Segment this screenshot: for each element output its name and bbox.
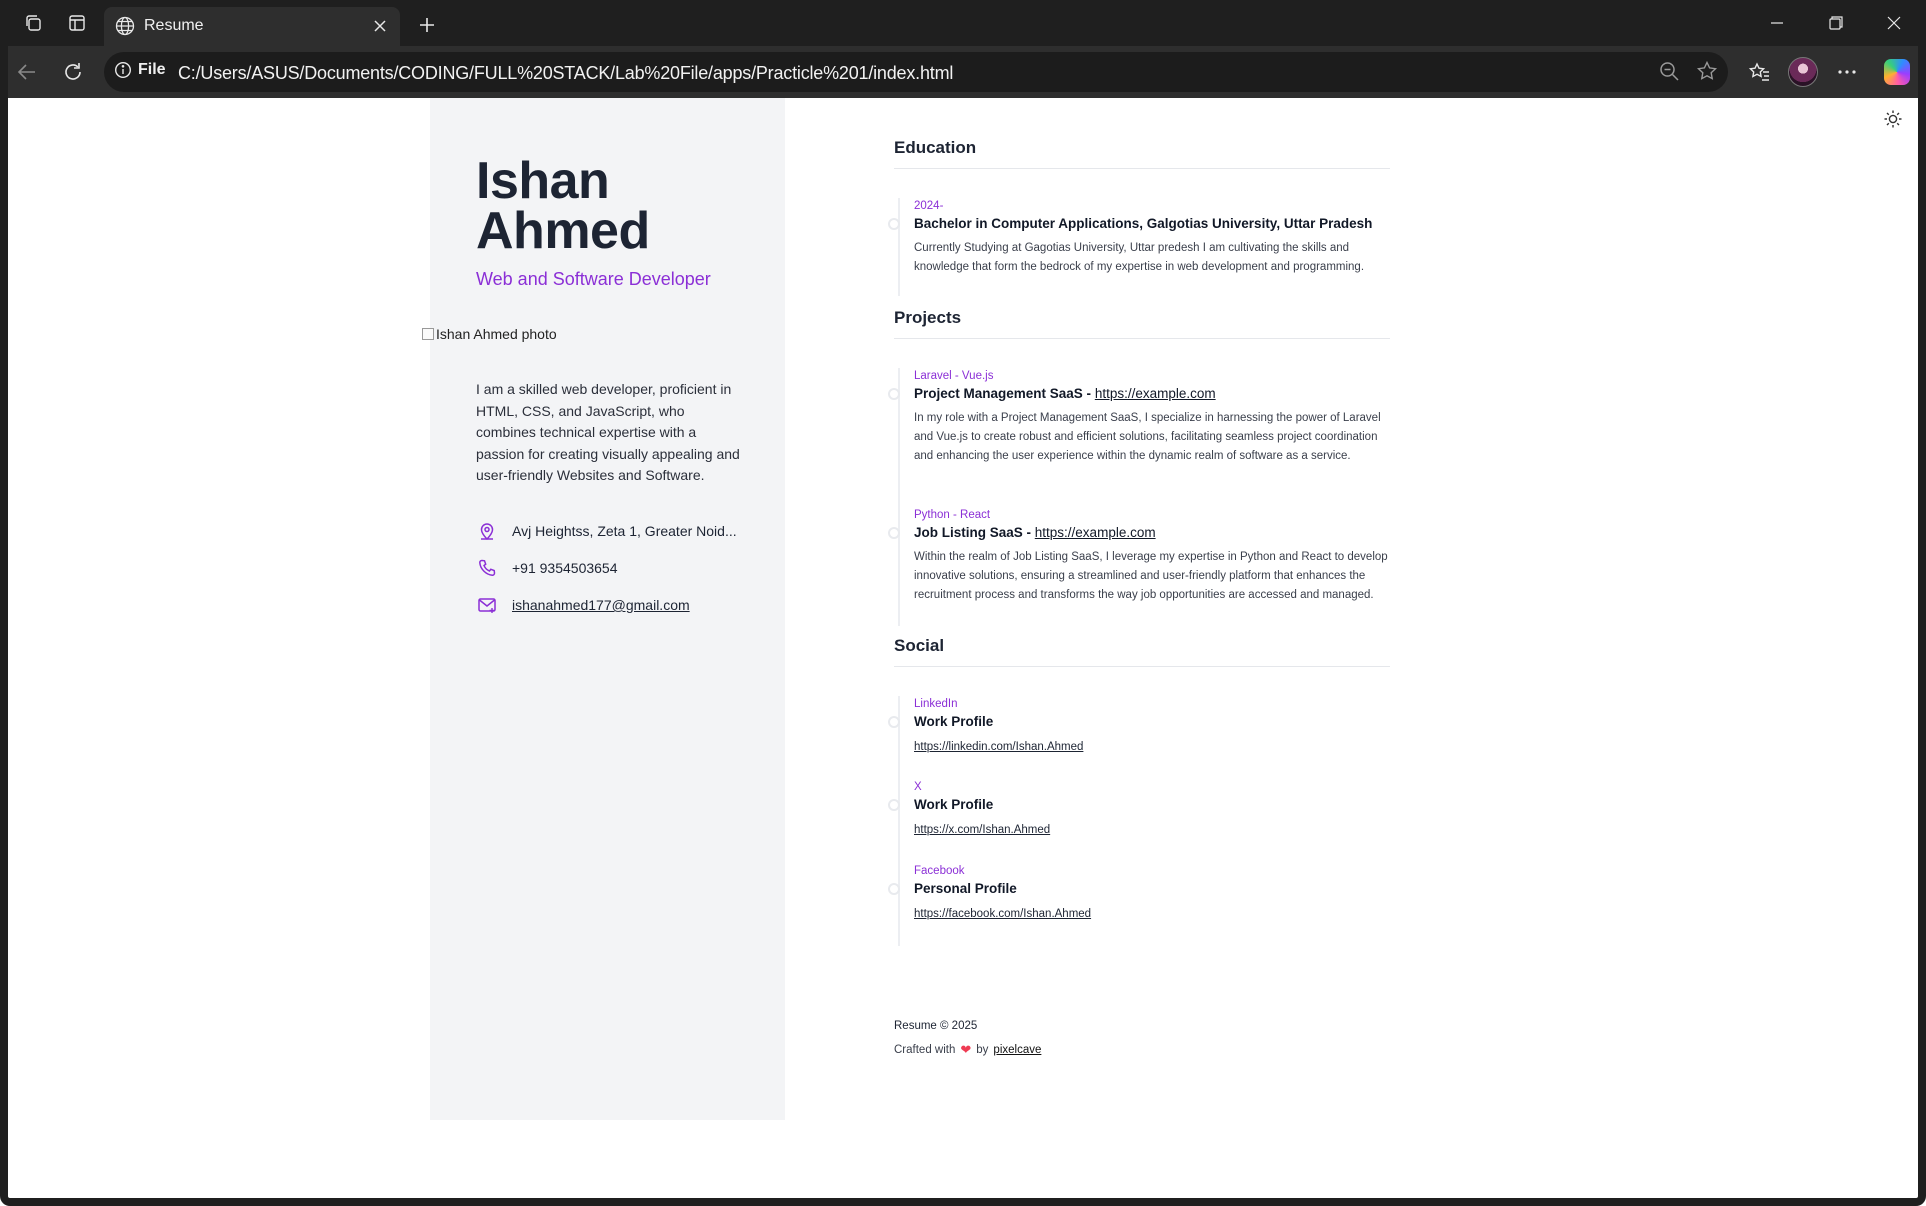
- crafted-text: Crafted with: [894, 1044, 956, 1056]
- copyright-text: Resume © 2025: [894, 1020, 978, 1032]
- social-link-linkedin[interactable]: https://linkedin.com/Ishan.Ahmed: [914, 741, 1083, 753]
- new-tab-icon[interactable]: [410, 8, 444, 42]
- zoom-icon[interactable]: [1658, 60, 1680, 87]
- section-divider: [894, 666, 1390, 667]
- entry-meta: Python - React: [914, 509, 991, 521]
- navigation-bar: File C:/Users/ASUS/Documents/CODING/FULL…: [0, 46, 1926, 98]
- more-options-icon[interactable]: [1830, 55, 1864, 89]
- timeline-line: [898, 696, 900, 946]
- profile-sidebar: Ishan Ahmed Web and Software Developer I…: [422, 98, 785, 1120]
- email-link[interactable]: ishanahmed177@gmail.com: [512, 597, 690, 613]
- minimize-icon[interactable]: [1754, 6, 1800, 40]
- page-viewport: Ishan Ahmed Web and Software Developer I…: [8, 98, 1918, 1198]
- heart-icon: ❤: [960, 1042, 972, 1057]
- workspaces-icon[interactable]: [16, 6, 50, 40]
- project-link[interactable]: https://example.com: [1095, 386, 1216, 401]
- theme-toggle-sun-icon[interactable]: [1880, 106, 1906, 132]
- site-info-button[interactable]: File: [114, 61, 166, 79]
- location-pin-icon: [476, 520, 498, 542]
- profile-name: Ishan Ahmed: [476, 155, 776, 257]
- favorite-star-icon[interactable]: [1696, 60, 1718, 87]
- contact-phone: +91 9354503654: [476, 557, 618, 579]
- phone-text: +91 9354503654: [512, 560, 618, 576]
- section-title-education: Education: [894, 138, 977, 157]
- profile-avatar[interactable]: [1786, 55, 1820, 89]
- photo-alt-text: Ishan Ahmed photo: [436, 326, 557, 342]
- section-divider: [894, 168, 1390, 169]
- entry-description: In my role with a Project Management Saa…: [914, 412, 1381, 462]
- tab-resume[interactable]: Resume: [104, 7, 400, 46]
- entry-meta: Facebook: [914, 865, 965, 877]
- entry-heading: Personal Profile: [914, 881, 1017, 896]
- social-entry: LinkedIn Work Profile https://linkedin.c…: [888, 696, 1390, 755]
- info-icon: [114, 61, 132, 79]
- restore-icon[interactable]: [1813, 6, 1859, 40]
- browser-chrome: Resume File C:/Users/ASUS/Documents/CODI…: [0, 0, 1926, 98]
- entry-meta: LinkedIn: [914, 698, 958, 710]
- section-divider: [894, 338, 1390, 339]
- tab-bar: Resume: [0, 0, 1926, 46]
- contact-address: Avj Heightss, Zeta 1, Greater Noid...: [476, 520, 737, 542]
- contact-email: ishanahmed177@gmail.com: [476, 594, 690, 616]
- address-bar[interactable]: File C:/Users/ASUS/Documents/CODING/FULL…: [104, 52, 1728, 92]
- profile-bio: I am a skilled web developer, proficient…: [476, 381, 740, 484]
- crafted-line: Crafted with ❤ by pixelcave: [894, 1042, 1041, 1058]
- social-entry: X Work Profile https://x.com/Ishan.Ahmed: [888, 779, 1390, 838]
- timeline-dot: [888, 716, 900, 728]
- education-entry: 2024- Bachelor in Computer Applications,…: [888, 198, 1390, 277]
- globe-icon: [114, 15, 136, 42]
- by-text: by: [976, 1044, 989, 1056]
- project-entry: Laravel - Vue.js Project Management SaaS…: [888, 368, 1390, 466]
- entry-heading: Work Profile: [914, 797, 994, 812]
- back-icon[interactable]: [10, 55, 44, 89]
- entry-meta: 2024-: [914, 200, 944, 212]
- timeline-line: [898, 368, 900, 626]
- email-icon: [476, 594, 498, 616]
- timeline-line: [898, 198, 900, 296]
- vertical-tabs-icon[interactable]: [60, 6, 94, 40]
- timeline-dot: [888, 218, 900, 230]
- timeline-dot: [888, 527, 900, 539]
- phone-icon: [476, 557, 498, 579]
- social-entry: Facebook Personal Profile https://facebo…: [888, 863, 1390, 922]
- social-link-facebook[interactable]: https://facebook.com/Ishan.Ahmed: [914, 908, 1091, 920]
- entry-meta: Laravel - Vue.js: [914, 370, 994, 382]
- timeline-dot: [888, 799, 900, 811]
- author-link[interactable]: pixelcave: [993, 1044, 1041, 1056]
- entry-description: Within the realm of Job Listing SaaS, I …: [914, 551, 1388, 601]
- tab-title: Resume: [144, 17, 204, 34]
- copilot-icon[interactable]: [1880, 55, 1914, 89]
- last-name: Ahmed: [476, 202, 650, 260]
- refresh-icon[interactable]: [56, 55, 90, 89]
- entry-description: Currently Studying at Gagotias Universit…: [914, 242, 1365, 273]
- project-link[interactable]: https://example.com: [1035, 525, 1156, 540]
- entry-meta: X: [914, 781, 922, 793]
- timeline-dot: [888, 883, 900, 895]
- entry-heading: Bachelor in Computer Applications, Galgo…: [914, 216, 1373, 231]
- url-scheme-label: File: [138, 61, 166, 78]
- section-title-social: Social: [894, 636, 945, 655]
- window-close-icon[interactable]: [1871, 6, 1917, 40]
- entry-heading-text: Project Management SaaS -: [914, 386, 1095, 401]
- social-link-x[interactable]: https://x.com/Ishan.Ahmed: [914, 824, 1050, 836]
- broken-image-icon: [422, 328, 434, 340]
- timeline-dot: [888, 388, 900, 400]
- entry-heading: Project Management SaaS - https://exampl…: [914, 384, 1390, 404]
- entry-heading-text: Job Listing SaaS -: [914, 525, 1035, 540]
- page-footer: Resume © 2025 Crafted with ❤ by pixelcav…: [894, 1020, 1041, 1058]
- favorites-icon[interactable]: [1742, 55, 1776, 89]
- close-icon[interactable]: [368, 14, 392, 38]
- entry-heading: Job Listing SaaS - https://example.com: [914, 523, 1390, 543]
- project-entry: Python - React Job Listing SaaS - https:…: [888, 507, 1390, 605]
- profile-role: Web and Software Developer: [476, 269, 711, 289]
- profile-photo: Ishan Ahmed photo: [422, 326, 557, 342]
- address-text: Avj Heightss, Zeta 1, Greater Noid...: [512, 523, 737, 539]
- section-title-projects: Projects: [894, 308, 962, 327]
- entry-heading: Work Profile: [914, 714, 994, 729]
- url-text[interactable]: C:/Users/ASUS/Documents/CODING/FULL%20ST…: [178, 63, 953, 84]
